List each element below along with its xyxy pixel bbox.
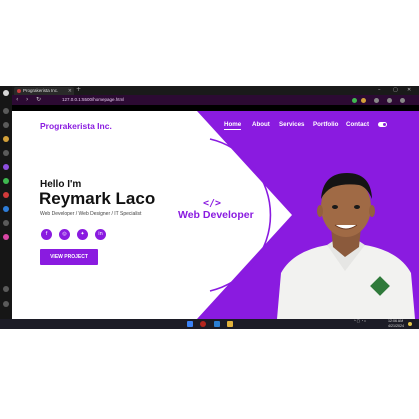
site-logo[interactable]: Prograkerista Inc. <box>40 121 112 131</box>
clock-date[interactable]: 4/21/2024 <box>388 324 404 329</box>
hero-roles: Web Developer / Web Designer / IT Specia… <box>40 211 142 217</box>
instagram-icon[interactable]: ◎ <box>59 229 70 240</box>
code-icon: </> <box>203 198 222 209</box>
facebook-icon[interactable]: f <box>41 229 52 240</box>
new-tab-button[interactable]: + <box>76 86 81 94</box>
opera-taskbar-icon[interactable] <box>200 321 206 327</box>
webpage: Prograkerista Inc. Home About Services P… <box>12 111 419 319</box>
sidebar-github-icon[interactable] <box>3 220 9 226</box>
nav-portfolio[interactable]: Portfolio <box>313 121 338 128</box>
sidebar-more-icon[interactable] <box>3 301 9 307</box>
address-bar: ‹ › ↻ 127.0.0.1:5500/homepage.html <box>12 95 419 105</box>
profile-icon[interactable] <box>400 98 405 103</box>
sidebar-history-icon[interactable] <box>3 150 9 156</box>
sidebar-bookmarks-icon[interactable] <box>3 136 9 142</box>
desktop-screen: Prograkerista Inc. × + – ▢ ✕ ‹ › ↻ 127.0… <box>0 86 419 329</box>
download-icon[interactable] <box>387 98 392 103</box>
notification-icon[interactable] <box>408 322 412 326</box>
sidebar-whatsapp-icon[interactable] <box>3 178 9 184</box>
screenshot-root: { "browser": { "tab_title": "Prograkeris… <box>0 0 419 419</box>
tab-bar: Prograkerista Inc. × + – ▢ ✕ <box>12 86 419 95</box>
file-explorer-icon[interactable] <box>227 321 233 327</box>
nav-services[interactable]: Services <box>279 121 304 128</box>
tab-title: Prograkerista Inc. <box>23 88 59 93</box>
hero-headline: Web Developer <box>178 209 254 221</box>
profile-photo <box>277 173 415 319</box>
forward-button[interactable]: › <box>26 95 28 105</box>
tab-favicon-icon <box>17 89 21 93</box>
tab-close-icon[interactable]: × <box>68 87 72 95</box>
sidebar-ai-icon[interactable] <box>3 122 9 128</box>
sidebar-music-icon[interactable] <box>3 192 9 198</box>
extension-icon[interactable] <box>361 98 366 103</box>
sidebar-settings-icon[interactable] <box>3 286 9 292</box>
sidebar-instagram-icon[interactable] <box>3 234 9 240</box>
tray-icons[interactable]: ^ ▢ ◔ ◐ <box>354 319 366 324</box>
sidebar-messenger-icon[interactable] <box>3 164 9 170</box>
close-window-button[interactable]: ✕ <box>407 86 411 94</box>
hero-name: Reymark Laco <box>39 189 156 208</box>
snapshot-icon[interactable] <box>374 98 379 103</box>
reload-button[interactable]: ↻ <box>36 95 41 105</box>
nav-home[interactable]: Home <box>224 121 242 130</box>
vscode-taskbar-icon[interactable] <box>214 321 220 327</box>
maximize-button[interactable]: ▢ <box>393 86 398 94</box>
minimize-button[interactable]: – <box>378 86 381 94</box>
view-project-button[interactable]: VIEW PROJECT <box>40 249 98 265</box>
theme-toggle[interactable] <box>378 122 387 127</box>
toggle-knob <box>383 123 386 126</box>
twitter-icon[interactable]: ✦ <box>77 229 88 240</box>
browser-tab[interactable]: Prograkerista Inc. × <box>14 87 74 95</box>
vpn-icon[interactable] <box>352 98 357 103</box>
sidebar-home-icon[interactable] <box>3 108 9 114</box>
opera-logo-icon[interactable] <box>3 90 9 96</box>
browser-sidebar <box>0 86 12 319</box>
sidebar-telegram-icon[interactable] <box>3 206 9 212</box>
back-button[interactable]: ‹ <box>16 95 18 105</box>
nav-contact[interactable]: Contact <box>346 121 369 128</box>
nav-about[interactable]: About <box>252 121 270 128</box>
url-field[interactable]: 127.0.0.1:5500/homepage.html <box>62 96 332 104</box>
linkedin-icon[interactable]: in <box>95 229 106 240</box>
start-icon[interactable] <box>187 321 193 327</box>
taskbar: ^ ▢ ◔ ◐ 12:06 AM 4/21/2024 <box>0 319 419 329</box>
